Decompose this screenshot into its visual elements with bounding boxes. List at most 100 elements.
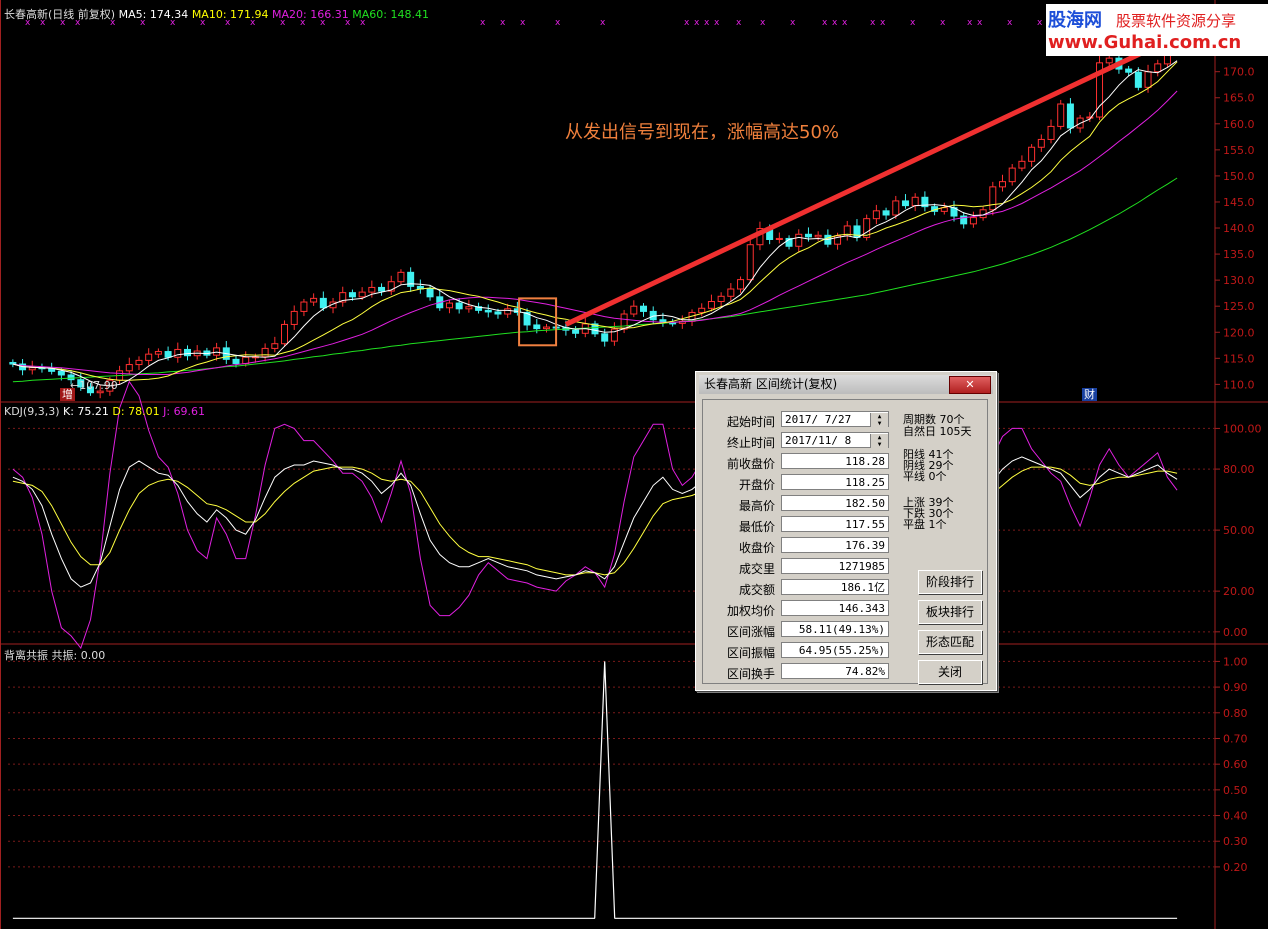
stat-label: 区间涨幅 (726, 625, 775, 639)
y-tick-label: 110.0 (1223, 378, 1255, 391)
candle-body (1037, 138, 1045, 148)
signal-marker: x (822, 18, 828, 28)
stat-value-field[interactable]: 1271985 (781, 558, 889, 574)
y-tick-label: 155.0 (1223, 144, 1255, 157)
stat-value-field[interactable]: 176.39 (781, 537, 889, 553)
signal-marker: x (694, 18, 700, 28)
y-tick-label: 125.0 (1223, 300, 1255, 313)
signal-marker: x (704, 18, 710, 28)
range-stats-dialog[interactable]: 长春高新 区间统计(复权) ✕ 起始时间 2017/ 7/27 ▲ ▼ 终止时间 … (695, 371, 997, 691)
candle-body (57, 370, 65, 376)
start-date-spinner[interactable]: ▲ ▼ (870, 413, 888, 427)
site-banner[interactable]: 股海网 股票软件资源分享 www.Guhai.com.cn (1046, 4, 1268, 56)
candle-body (183, 348, 191, 357)
signal-marker: x (967, 18, 973, 28)
dialog-titlebar[interactable]: 长春高新 区间统计(复权) ✕ (699, 375, 993, 394)
stage-rank-button[interactable]: 阶段排行 (918, 570, 982, 594)
y-tick-label: 170.0 (1223, 66, 1255, 79)
candle-body (804, 233, 812, 238)
candle-body (892, 200, 900, 216)
end-date-input[interactable]: 2017/11/ 8 ▲ ▼ (781, 432, 889, 448)
y-tick-label: 120.0 (1223, 326, 1255, 339)
event-label-zeng[interactable]: 增 (60, 388, 75, 401)
sector-rank-button[interactable]: 板块排行 (918, 600, 982, 624)
candle-body (319, 297, 327, 309)
candle-body (727, 288, 735, 297)
candle-body (717, 295, 725, 303)
signal-marker: x (977, 18, 983, 28)
k-legend: K: 75.21 (63, 405, 109, 418)
close-button[interactable]: 关闭 (918, 660, 982, 684)
candle-body (795, 233, 803, 247)
candle-body (775, 237, 783, 240)
trend-arrow (564, 30, 1187, 327)
stat-value-field[interactable]: 74.82% (781, 663, 889, 679)
price-chart-title: 长春高新(日线 前复权) (4, 8, 116, 21)
y-tick-label: 0.20 (1223, 861, 1248, 874)
candle-body (300, 301, 308, 312)
candle-body (174, 348, 182, 358)
y-tick-label: 140.0 (1223, 222, 1255, 235)
signal-marker: x (880, 18, 886, 28)
pattern-match-button[interactable]: 形态匹配 (918, 630, 982, 654)
candle-body (620, 313, 628, 330)
stat-label: 成交里 (738, 562, 775, 576)
candle-body (232, 358, 240, 365)
stat-value-field[interactable]: 186.1亿 (781, 579, 889, 595)
end-date-spinner[interactable]: ▲ ▼ (870, 434, 888, 448)
y-tick-label: 1.00 (1223, 655, 1248, 668)
signal-marker: x (870, 18, 876, 28)
dialog-close-icon[interactable]: ✕ (949, 376, 991, 394)
annotation-text: 从发出信号到现在，涨幅高达50% (565, 122, 840, 143)
signal-marker: x (760, 18, 766, 28)
candle-body (1154, 63, 1162, 73)
stat-value-field[interactable]: 64.95(55.25%) (781, 642, 889, 658)
stat-value-field[interactable]: 118.28 (781, 453, 889, 469)
stat-value-field[interactable]: 117.55 (781, 516, 889, 532)
candle-body (1008, 167, 1016, 183)
candle-body (911, 196, 919, 207)
banner-slogan: 股票软件资源分享 (1116, 12, 1237, 30)
candle-body (1028, 146, 1036, 162)
candle-body (1134, 71, 1142, 88)
candle-body (640, 305, 648, 312)
stat-label: 最高价 (738, 499, 775, 513)
candle-body (310, 297, 318, 303)
y-tick-label: 165.0 (1223, 92, 1255, 105)
stat-value-field[interactable]: 146.343 (781, 600, 889, 616)
stat-label: 加权均价 (726, 604, 775, 618)
signal-marker: x (736, 18, 742, 28)
stat-label: 区间换手 (726, 667, 775, 681)
stat-value-field[interactable]: 58.11(49.13%) (781, 621, 889, 637)
candle-body (455, 302, 463, 310)
candle-body (348, 292, 356, 298)
signal-marker: x (940, 18, 946, 28)
candle-body (465, 306, 473, 310)
stat-value-field[interactable]: 182.50 (781, 495, 889, 511)
ma5-legend: MA5: 174.34 (118, 8, 189, 21)
candle-body (281, 323, 289, 345)
ma10-legend: MA10: 171.94 (191, 8, 269, 21)
y-tick-label: 0.80 (1223, 707, 1248, 720)
y-tick-label: 0.30 (1223, 835, 1248, 848)
candle-body (533, 324, 541, 330)
y-tick-label: 80.00 (1223, 463, 1255, 476)
start-date-input[interactable]: 2017/ 7/27 ▲ ▼ (781, 411, 889, 427)
event-label-cai[interactable]: 财 (1082, 388, 1097, 401)
candle-body (746, 244, 754, 281)
stat-label: 区间振幅 (726, 646, 775, 660)
signal-marker: x (520, 18, 526, 28)
summary-stat: 自然日 105天 (903, 425, 972, 438)
j-legend: J: 69.61 (163, 405, 206, 418)
candle-body (135, 359, 143, 366)
start-date-label: 起始时间 (726, 415, 775, 429)
dialog-title: 长春高新 区间统计(复权) (704, 377, 838, 391)
signal-marker: x (600, 18, 606, 28)
signal-marker: x (500, 18, 506, 28)
signal-marker: x (1037, 18, 1043, 28)
stat-value-field[interactable]: 118.25 (781, 474, 889, 490)
candle-body (164, 351, 172, 358)
divergence-title: 背离共振 (4, 649, 48, 662)
candle-body (445, 302, 453, 309)
d-line (12, 454, 1178, 576)
